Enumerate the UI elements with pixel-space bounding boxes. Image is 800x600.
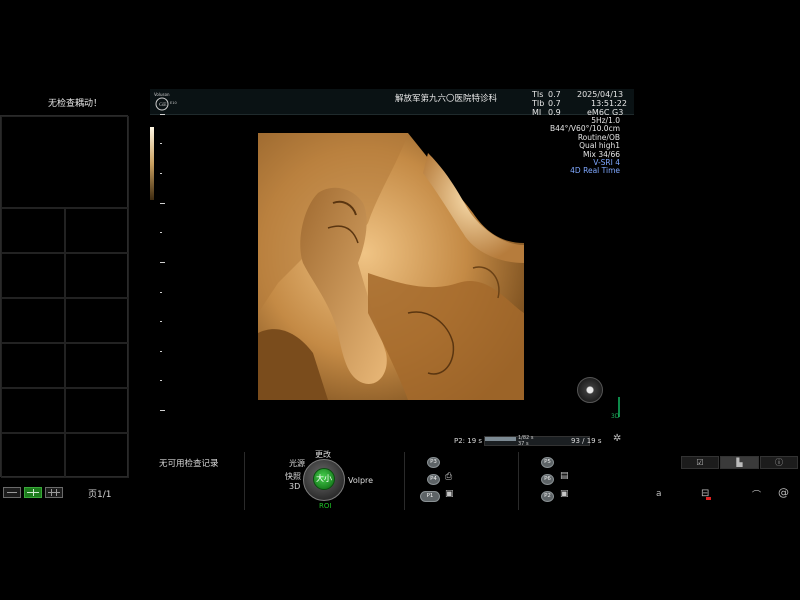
tab-report[interactable]: ☑ xyxy=(681,456,719,469)
cine-left-count: 19 s xyxy=(467,437,483,445)
orientation-sphere[interactable] xyxy=(577,377,603,403)
knob-snapshot-label[interactable]: 快照 xyxy=(285,471,301,482)
save-icon[interactable]: ▣ xyxy=(560,489,569,499)
logo-model-text: E10 xyxy=(170,101,177,105)
layout-1x2-button[interactable] xyxy=(3,487,21,498)
thumbnail-cell[interactable] xyxy=(1,388,65,433)
thumbnail-cell[interactable] xyxy=(65,208,129,253)
page-indicator: 页1/1 xyxy=(88,490,112,500)
tib-value: 0.7 xyxy=(548,99,561,108)
p3-button[interactable]: P3 xyxy=(427,457,440,468)
color-map-bar xyxy=(150,127,154,200)
hospital-name: 解放军第九六〇医院特诊科 xyxy=(395,94,498,104)
depth-scale xyxy=(160,114,166,414)
param-mode: 4D Real Time xyxy=(570,166,620,176)
thumbnail-cell[interactable] xyxy=(1,298,65,343)
ge-logo: Voluson GE E10 xyxy=(154,92,177,111)
cine-right-label: 93 / 19 s xyxy=(571,437,602,445)
network-status-dot xyxy=(706,497,711,500)
fetal-3d-render[interactable] xyxy=(258,133,524,400)
wifi-icon[interactable]: ⌒ xyxy=(752,488,761,501)
p2-button[interactable]: P2 xyxy=(541,491,554,502)
mi-value: 0.9 xyxy=(548,108,561,117)
thumbnail-cell[interactable] xyxy=(65,433,129,478)
cine-bar-bottom-text: 37 s xyxy=(518,441,529,447)
cine-progress xyxy=(485,437,517,441)
knob-light-label[interactable]: 光源 xyxy=(289,458,305,469)
exam-time: 13:51:22 xyxy=(591,99,627,108)
p5-button[interactable]: P5 xyxy=(541,457,554,468)
cine-left-label: P2: 19 s xyxy=(454,437,482,445)
layout-3x3-button[interactable] xyxy=(45,487,63,498)
no-records-label: 无可用检查记录 xyxy=(159,459,219,469)
knob-size-button[interactable]: 大小 xyxy=(313,468,335,490)
at-icon[interactable]: @ xyxy=(778,486,789,499)
layout-2x2-button[interactable] xyxy=(24,487,42,498)
orientation-axis-label: 3D xyxy=(611,413,620,420)
printer-icon[interactable]: ⎙ xyxy=(445,472,452,482)
thumbnail-cell[interactable] xyxy=(1,116,129,208)
knob-3d-label[interactable]: 3D xyxy=(289,482,300,491)
mi-label: MI xyxy=(532,108,542,117)
no-exam-message: 无检查耦动！ xyxy=(47,99,102,109)
exam-date: 2025/04/13 xyxy=(577,90,624,99)
thumbnail-cell[interactable] xyxy=(65,298,129,343)
thumbnail-cell[interactable] xyxy=(1,343,65,388)
p1-button[interactable]: P1 xyxy=(420,491,440,502)
tab-measure[interactable]: ▙ xyxy=(720,456,759,469)
image-header xyxy=(150,89,634,115)
document-icon[interactable]: ▤ xyxy=(560,471,569,481)
knob-volpre-label[interactable]: Volpre xyxy=(348,476,373,485)
p6-button[interactable]: P6 xyxy=(541,474,554,485)
thumbnail-cell[interactable] xyxy=(1,253,65,298)
tis-label: TIs xyxy=(532,90,544,99)
svg-text:GE: GE xyxy=(159,102,167,108)
logo-voluson-text: Voluson xyxy=(154,92,170,97)
p4-button[interactable]: P4 xyxy=(427,474,440,485)
tab-info[interactable]: ⓘ xyxy=(760,456,798,469)
thumbnail-grid[interactable] xyxy=(0,115,129,478)
thumbnail-cell[interactable] xyxy=(1,208,65,253)
imaging-parameters: 5Hz/1.0 B44°/V60°/10.0cm Routine/OB Qual… xyxy=(540,116,620,176)
keyboard-letter-indicator: a xyxy=(656,489,662,499)
tis-value: 0.7 xyxy=(548,90,561,99)
cine-left-prefix: P2: xyxy=(454,437,466,445)
thumbnail-cell[interactable] xyxy=(1,433,65,478)
thumbnail-cell[interactable] xyxy=(65,253,129,298)
thumbnail-cell[interactable] xyxy=(65,343,129,388)
tib-label: TIb xyxy=(532,99,545,108)
roi-label[interactable]: ROI xyxy=(319,502,331,510)
save-icon[interactable]: ▣ xyxy=(445,489,454,499)
gear-icon[interactable]: ✲ xyxy=(613,433,621,444)
thumbnail-cell[interactable] xyxy=(65,388,129,433)
